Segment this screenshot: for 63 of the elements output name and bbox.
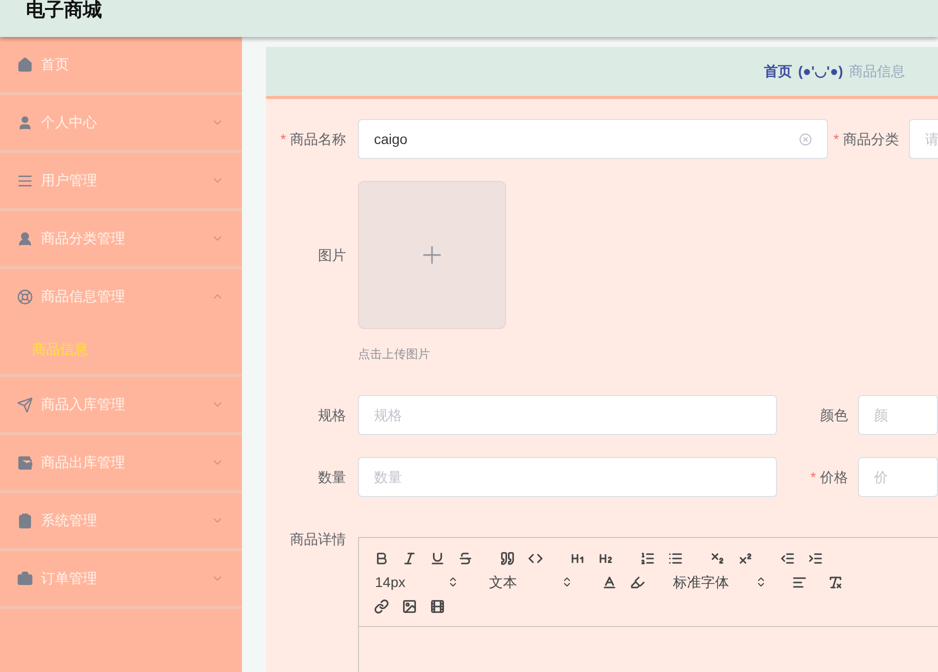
sidebar-item[interactable]: 用户管理 [0,153,242,208]
bullet-list-icon [668,550,682,566]
upload-hint: 点击上传图片 [358,346,431,363]
input-field[interactable]: 颜 [858,395,938,435]
ordered-list-icon [640,550,654,566]
video-icon [430,598,444,614]
highlight-icon [630,574,644,590]
align-left-icon [792,574,806,590]
italic-icon [402,550,416,566]
required-mark: * [810,468,816,486]
submenu-item[interactable]: 商品信息 [0,324,242,374]
field-label: 图片 [318,246,346,264]
select-dropdown[interactable]: 文本 [481,570,581,594]
home-icon [17,56,33,72]
up-down-icon [447,576,459,588]
input-field[interactable]: caigo [358,119,828,159]
text-color-icon [602,574,616,590]
sidebar-item[interactable]: 首页 [0,37,242,92]
sidebar-item[interactable]: 商品出库管理 [0,435,242,490]
clipboard-icon [17,512,33,528]
wallet-icon [17,454,33,470]
link-icon [374,598,388,614]
breadcrumb-separator: (●'◡'●) [798,62,843,81]
strikethrough-icon [458,550,472,566]
input-field[interactable]: 规格 [358,395,777,435]
up-down-icon [755,576,767,588]
field-label: 颜色 [820,406,848,424]
outdent-icon [780,550,794,566]
input-field[interactable]: 价 [858,457,938,497]
indent-icon [808,550,822,566]
user-icon [17,230,33,246]
sidebar-item[interactable]: 系统管理 [0,493,242,548]
field-label: 商品分类 [843,130,899,148]
select-dropdown[interactable]: 标准字体 [665,570,775,594]
field-label: 商品详情 [290,530,346,549]
field-label: 价格 [820,468,848,486]
superscript-icon [738,550,752,566]
breadcrumb-current: 商品信息 [849,62,905,81]
up-down-icon [561,576,573,588]
field-label: 数量 [318,468,346,486]
sidebar-item[interactable]: 商品信息管理 [0,269,242,324]
briefcase-icon [17,570,33,586]
sidebar-item[interactable]: 订单管理 [0,551,242,606]
image-icon [402,598,416,614]
user-icon [17,114,33,130]
sidebar-item[interactable]: 商品入库管理 [0,377,242,432]
clear-icon [799,132,812,146]
clear-format-icon [828,574,842,590]
subscript-icon [710,550,724,566]
quote-icon [500,550,514,566]
send-icon [17,396,33,412]
field-label: 商品名称 [290,130,346,148]
breadcrumb-link[interactable]: 首页 [764,61,792,82]
input-field[interactable]: 数量 [358,457,777,497]
required-mark: * [280,130,286,148]
sidebar-item[interactable]: 商品分类管理 [0,211,242,266]
underline-icon [430,550,444,566]
lifebuoy-icon [17,288,33,304]
required-mark: * [834,130,839,148]
list-icon [17,172,33,188]
field-label: 规格 [318,406,346,424]
select-dropdown[interactable]: 14px [367,570,467,594]
sidebar-item[interactable]: 个人中心 [0,95,242,150]
